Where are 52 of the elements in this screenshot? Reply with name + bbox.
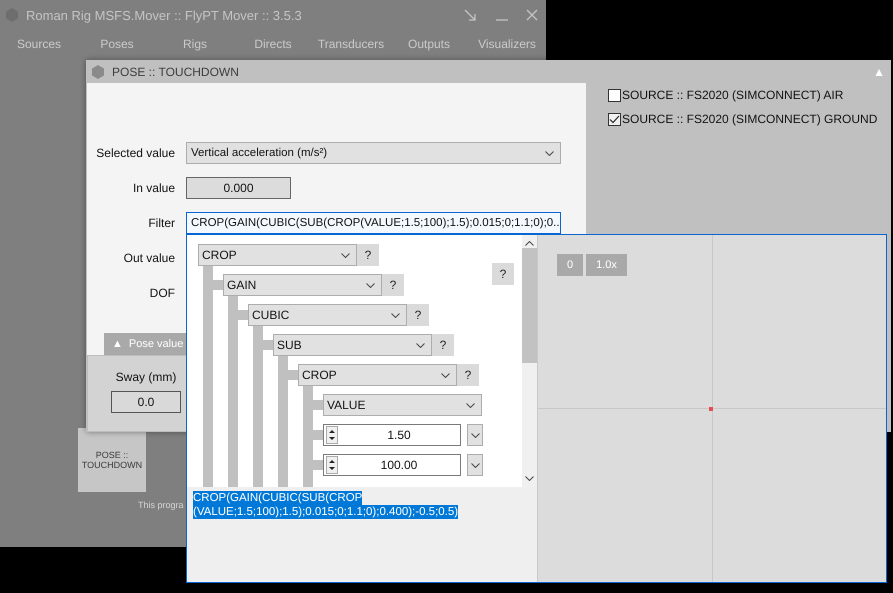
value-select[interactable]: VALUE (323, 394, 482, 416)
help-button[interactable]: ? (357, 244, 379, 266)
toggle-icon: ▲ (112, 338, 123, 350)
value-readout: 0.000 (186, 177, 291, 199)
scrollbar[interactable] (522, 235, 537, 487)
window-title: Roman Rig MSFS.Mover :: FlyPT Mover :: 3.5.3 (26, 8, 303, 22)
section-title: Pose value (128, 338, 184, 350)
checkmark-icon (609, 114, 620, 124)
field-label: Out value (124, 251, 175, 265)
checkbox[interactable] (608, 112, 621, 126)
axis-value-field: 0.0 (111, 391, 181, 413)
value-select[interactable]: CROP(GAIN(CUBIC(SUB(CROP(VALUE;1.5;100);1.5);0.015;0;1.1;0);0... (186, 212, 561, 234)
source-checkbox[interactable]: SOURCE :: FS2020 (SIMCONNECT) AIR (608, 88, 891, 102)
chevron-down-icon (525, 476, 534, 481)
source-checkbox[interactable]: SOURCE :: FS2020 (SIMCONNECT) GROUND (608, 112, 891, 126)
footer-text: This progra (138, 500, 184, 510)
dropdown-button[interactable] (467, 454, 483, 476)
function-select[interactable]: CROP (198, 244, 357, 266)
number-field[interactable]: 100.00 (323, 454, 461, 476)
spinner-icon (326, 426, 338, 444)
chevron-down-icon (391, 312, 400, 318)
field-label: In value (132, 181, 175, 195)
field-label: Filter (148, 216, 175, 230)
chevron-down-icon (470, 462, 480, 468)
chevron-down-icon (466, 402, 475, 408)
help-button[interactable]: ? (457, 364, 479, 386)
chevron-down-icon (441, 372, 450, 378)
list-tile[interactable]: POSE :: TOUCHDOWN (78, 428, 146, 492)
field-label: DOF (150, 286, 175, 300)
chevron-up-icon (525, 241, 534, 246)
help-button[interactable]: ? (382, 274, 404, 296)
axis-label: Sway (mm) (116, 370, 176, 384)
number-field[interactable]: 1.50 (323, 424, 461, 446)
help-button[interactable]: ? (407, 304, 429, 326)
field-label: Selected value (96, 146, 175, 160)
checkbox[interactable] (608, 88, 621, 102)
chevron-down-icon (416, 342, 425, 348)
chevron-down-icon (341, 252, 350, 258)
function-select[interactable]: CROP (298, 364, 457, 386)
function-select[interactable]: CUBIC (248, 304, 407, 326)
dropdown-button[interactable] (467, 424, 483, 446)
spinner-icon (326, 456, 338, 474)
window-title: POSE :: TOUCHDOWN (112, 64, 240, 78)
help-button[interactable]: ? (492, 263, 514, 285)
value-select[interactable]: Vertical acceleration (m/s²) (186, 142, 561, 164)
function-select[interactable]: SUB (273, 334, 432, 356)
chevron-down-icon (470, 432, 480, 438)
chevron-down-icon (545, 150, 554, 156)
chevron-down-icon (366, 282, 375, 288)
function-select[interactable]: GAIN (223, 274, 382, 296)
app-logo-icon (90, 64, 106, 80)
help-button[interactable]: ? (432, 334, 454, 356)
